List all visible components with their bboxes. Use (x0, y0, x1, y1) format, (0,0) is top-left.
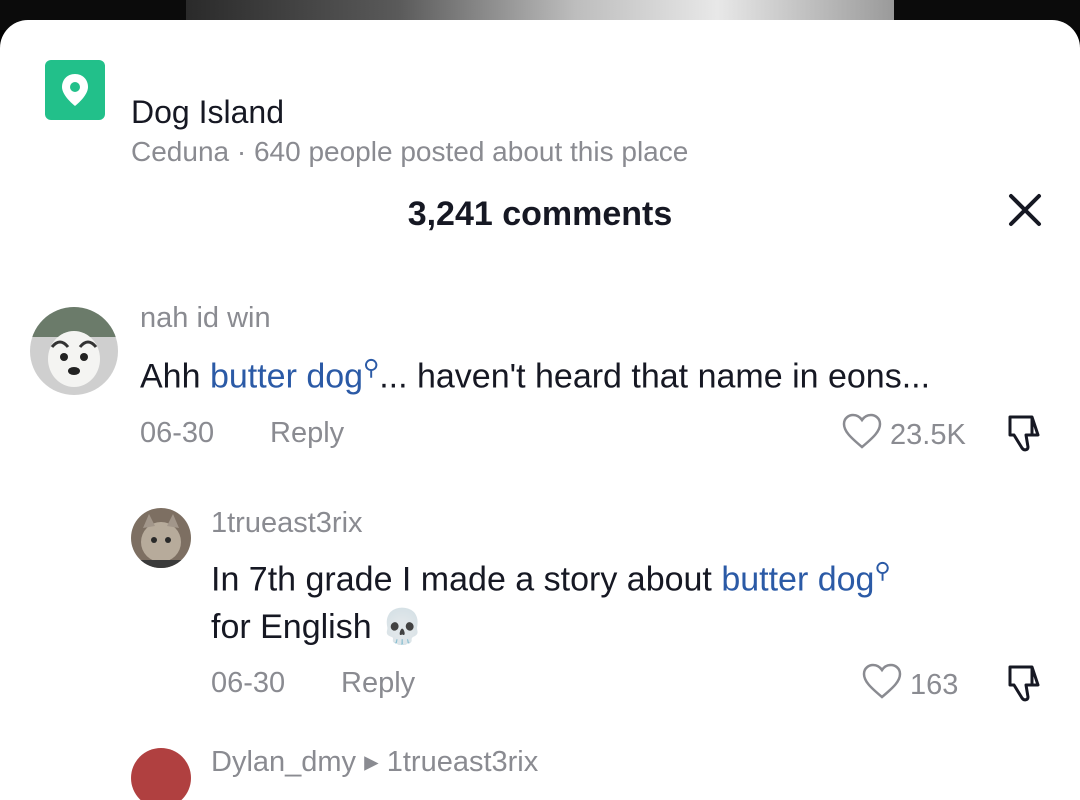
video-frame (186, 0, 894, 22)
avatar[interactable] (131, 508, 191, 568)
avatar[interactable] (30, 307, 118, 395)
comment-text-after: ... haven't heard that name in eons... (379, 357, 931, 396)
comment-text-before: In 7th grade I made a story about (211, 560, 722, 599)
comment-date: 06-30 (211, 667, 286, 699)
like-button[interactable]: 23.5K (842, 413, 966, 457)
search-link[interactable]: butter dog (721, 560, 874, 598)
dislike-icon[interactable] (1004, 663, 1046, 708)
location-subtitle: Ceduna · 640 people posted about this pl… (131, 136, 689, 167)
search-icon: ⚲ (874, 558, 891, 583)
search-link[interactable]: butter dog (210, 357, 363, 395)
comment-username[interactable]: nah id win (140, 302, 271, 335)
comment-username[interactable]: 1trueast3rix (211, 507, 363, 540)
like-count: 163 (910, 668, 959, 701)
comment-text-after: for English 💀 (211, 608, 424, 647)
reply-button[interactable]: Reply (341, 667, 415, 700)
like-count: 23.5K (890, 418, 966, 451)
heart-icon (842, 413, 882, 457)
reply-button[interactable]: Reply (270, 417, 344, 450)
avatar[interactable] (131, 748, 191, 800)
search-icon: ⚲ (363, 355, 380, 380)
comment-text-before: Ahh (140, 357, 210, 396)
heart-icon (862, 663, 902, 707)
comment-date: 06-30 (140, 417, 215, 449)
close-icon[interactable] (1005, 190, 1045, 230)
comment-username[interactable]: Dylan_dmy ▸ 1trueast3rix (211, 744, 538, 779)
comments-count-title: 3,241 comments (407, 195, 673, 233)
comment-text: Ahh butter dog⚲... haven't heard that na… (140, 344, 1060, 400)
comment-text: In 7th grade I made a story about butter… (211, 547, 1051, 651)
comments-sheet: Dog Island Ceduna · 640 people posted ab… (0, 20, 1080, 800)
dislike-icon[interactable] (1004, 413, 1046, 458)
like-button[interactable]: 163 (862, 663, 958, 707)
location-title: Dog Island (131, 94, 284, 130)
map-pin-icon (45, 60, 105, 120)
